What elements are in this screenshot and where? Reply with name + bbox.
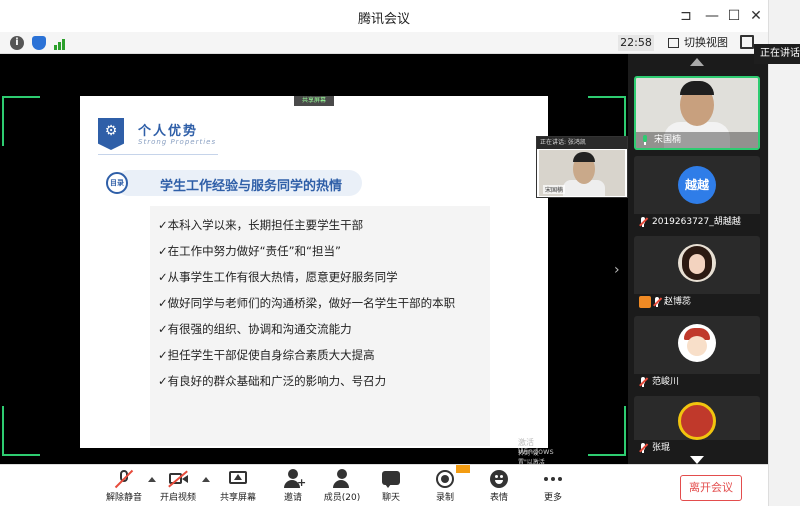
info-icon[interactable]: i: [10, 36, 24, 50]
person-hair: [573, 152, 595, 162]
chevron-right-icon[interactable]: ›: [614, 262, 620, 278]
window-title: 腾讯会议: [357, 12, 410, 27]
picture-in-picture[interactable]: 正在讲话: 张鸿凯 宋国楠: [536, 136, 628, 198]
add-user-icon: +: [282, 469, 306, 489]
more-button[interactable]: 更多: [538, 469, 568, 505]
emoji-icon: [488, 469, 510, 489]
signal-icon[interactable]: [54, 36, 68, 50]
bullet-item: ✓担任学生干部促使自身综合素质大大提高: [158, 348, 375, 362]
presentation-slide: 共享屏幕 ⚙ 个人优势 Strong Properties 目录 学生工作经验与…: [80, 96, 554, 475]
start-video-label: 开启视频: [159, 493, 196, 503]
divider: [98, 154, 218, 155]
scroll-down-icon[interactable]: [690, 456, 704, 464]
avatar: [678, 402, 716, 440]
info-bar: i 22:58 切换视图: [0, 32, 768, 54]
mic-muted-icon: [653, 297, 662, 307]
pin-icon[interactable]: ⊐: [676, 6, 696, 26]
shared-screen-stage: 共享屏幕 ⚙ 个人优势 Strong Properties 目录 学生工作经验与…: [0, 54, 628, 475]
avatar: [678, 324, 716, 362]
participant-name: 宋国楠: [636, 132, 758, 148]
invite-button[interactable]: + 邀请: [278, 469, 308, 505]
leave-meeting-button[interactable]: 离开会议: [680, 475, 742, 501]
scroll-up-icon[interactable]: [690, 58, 704, 66]
record-icon: [434, 469, 456, 489]
mic-muted-icon: [639, 443, 648, 453]
bullet-item: ✓做好同学与老师们的沟通桥梁，做好一名学生干部的本职: [158, 296, 456, 310]
members-label: 成员(20): [323, 493, 361, 503]
emoji-label: 表情: [489, 493, 508, 503]
participant-list: 宋国楠 越越 2019263727_胡越越 赵博蕊 范峻川 张琨: [628, 54, 768, 464]
bullet-item: ✓在工作中努力做好“责任”和“担当”: [158, 244, 341, 258]
mic-options-caret[interactable]: [148, 477, 156, 482]
mic-muted-icon: [639, 217, 648, 227]
video-options-caret[interactable]: [202, 477, 210, 482]
members-button[interactable]: 成员(20): [322, 469, 362, 505]
share-screen-icon: [227, 469, 249, 489]
meeting-toolbar: 解除静音 开启视频 共享屏幕 + 邀请 成员(20) 聊天 录制 表情 更多 离…: [0, 464, 768, 506]
participant-tile[interactable]: 越越 2019263727_胡越越: [634, 156, 760, 230]
bullet-item: ✓有很强的组织、协调和沟通交流能力: [158, 322, 352, 336]
video-off-icon: [167, 469, 189, 489]
record-button[interactable]: 录制: [430, 469, 460, 505]
share-tag: 共享屏幕: [294, 96, 334, 106]
members-icon: [331, 469, 353, 489]
bullet-item: ✓从事学生工作有很大热情，愿意更好服务同学: [158, 270, 398, 284]
participant-name: 张琨: [634, 440, 760, 456]
bullet-item: ✓本科入学以来，长期担任主要学生干部: [158, 218, 364, 232]
pip-speaker-label: 正在讲话: 张鸿凯: [537, 137, 627, 149]
mic-icon: [641, 135, 649, 145]
mic-muted-icon: [639, 377, 648, 387]
slide-heading: 个人优势: [138, 124, 199, 139]
chat-icon: [380, 469, 402, 489]
avatar: 越越: [678, 166, 716, 204]
security-shield-icon[interactable]: [32, 36, 46, 50]
emoji-button[interactable]: 表情: [484, 469, 514, 505]
unmute-label: 解除静音: [105, 493, 142, 503]
switch-view-button[interactable]: 切换视图: [668, 35, 730, 51]
gear-icon: ⚙: [98, 118, 124, 150]
share-screen-button[interactable]: 共享屏幕: [218, 469, 258, 505]
more-icon: [542, 469, 564, 489]
grid-icon: [668, 38, 679, 48]
mic-muted-icon: [113, 469, 135, 489]
person-hair: [680, 81, 714, 95]
bullet-list: ✓本科入学以来，长期担任主要学生干部 ✓在工作中努力做好“责任”和“担当” ✓从…: [150, 206, 490, 446]
frame-corner: [2, 96, 40, 146]
avatar: [678, 244, 716, 282]
start-video-button[interactable]: 开启视频: [158, 469, 198, 505]
meeting-window: 腾讯会议 ⊐ — ☐ ✕ 正在讲话 i 22:58 切换视图 共享屏幕 ⚙ 个人…: [0, 0, 800, 506]
bullet-item: ✓有良好的群众基础和广泛的影响力、号召力: [158, 374, 387, 388]
pip-name: 宋国楠: [543, 185, 566, 194]
participant-tile[interactable]: 张琨: [634, 396, 760, 456]
participant-tile[interactable]: 宋国楠: [634, 76, 760, 150]
slide-subheading: Strong Properties: [138, 138, 217, 146]
switch-view-label: 切换视图: [684, 36, 728, 49]
meeting-time: 22:58: [618, 35, 654, 51]
more-label: 更多: [543, 493, 562, 503]
participant-name: 范峻川: [634, 374, 760, 390]
chat-label: 聊天: [381, 493, 400, 503]
frame-corner: [2, 406, 40, 456]
frame-corner: [588, 406, 626, 456]
share-screen-label: 共享屏幕: [219, 493, 256, 503]
unmute-button[interactable]: 解除静音: [104, 469, 144, 505]
participant-tile[interactable]: 范峻川: [634, 316, 760, 390]
participant-name: 2019263727_胡越越: [634, 214, 760, 230]
pip-video: 宋国楠: [539, 150, 625, 196]
record-label: 录制: [435, 493, 454, 503]
title-bar: 腾讯会议 ⊐ — ☐ ✕: [0, 0, 768, 32]
chat-button[interactable]: 聊天: [376, 469, 406, 505]
section-title: 学生工作经验与服务同学的热情: [160, 179, 343, 194]
side-panel: [768, 0, 800, 506]
maximize-button[interactable]: ☐: [724, 6, 744, 26]
participant-tile[interactable]: 赵博蕊: [634, 236, 760, 310]
close-button[interactable]: ✕: [746, 6, 766, 26]
speaking-indicator: 正在讲话: [754, 44, 800, 64]
fullscreen-icon[interactable]: [740, 35, 754, 49]
section-badge: 目录: [106, 172, 128, 194]
user-icon: [639, 296, 651, 308]
invite-label: 邀请: [283, 493, 302, 503]
minimize-button[interactable]: —: [702, 6, 722, 26]
